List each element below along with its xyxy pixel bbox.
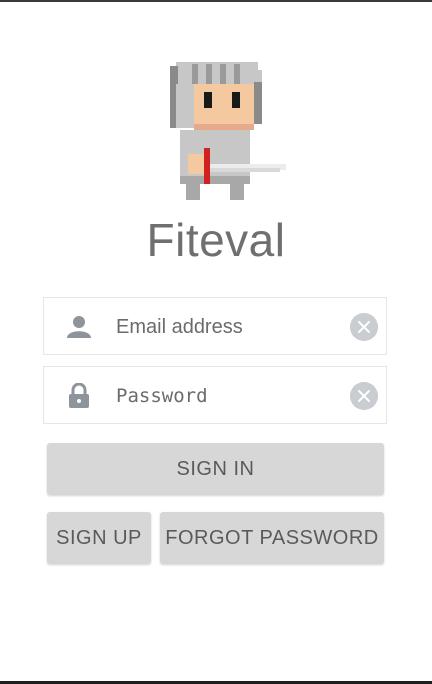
email-field[interactable]: Email address	[43, 297, 387, 355]
clear-password-icon[interactable]	[350, 382, 378, 410]
sign-up-button[interactable]: SIGN UP	[47, 512, 151, 564]
email-placeholder: Email address	[116, 316, 243, 338]
lock-icon	[69, 383, 89, 408]
password-placeholder: Password	[116, 385, 208, 407]
sign-in-button[interactable]: SIGN IN	[47, 443, 384, 495]
user-icon	[67, 316, 91, 338]
password-field[interactable]: Password	[43, 366, 387, 424]
clear-email-icon[interactable]	[350, 313, 378, 341]
app-title: Fiteval	[146, 214, 286, 266]
forgot-password-button[interactable]: FORGOT PASSWORD	[160, 512, 384, 564]
knight-mascot-icon	[170, 62, 286, 200]
top-border	[0, 0, 432, 2]
